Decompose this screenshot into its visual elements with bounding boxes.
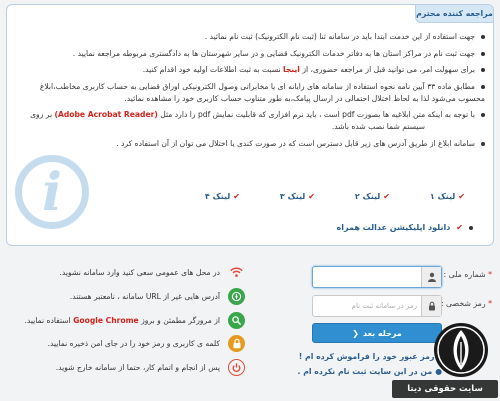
notice-item: با توجه به اینکه متن ابلاغیه ها بصورت pd… xyxy=(17,109,485,120)
notice-panel: مراجعه کننده محترم جهت استفاده از این خد… xyxy=(6,4,494,246)
national-id-input[interactable] xyxy=(313,267,421,287)
not-registered-link[interactable]: ● من در این سایت ثبت نام نکرده ام . xyxy=(298,367,442,376)
check-icon: ✔ xyxy=(458,192,465,201)
lock-icon xyxy=(421,296,441,316)
brand-text: سایت حقوقی دیتا xyxy=(392,380,498,398)
password-input[interactable] xyxy=(313,296,421,316)
notice-item: مطابق ماده ۳۳ آیین نامه نحوه استفاده از … xyxy=(17,81,485,92)
check-icon: ✔ xyxy=(308,192,315,201)
check-icon: ✔ xyxy=(233,192,240,201)
tip-valid-url: آدرس هایی غیر از URL سامانه ، نامعتبر هس… xyxy=(70,287,245,305)
notice-item: جهت ثبت نام در مراکز استان ها به دفاتر خ… xyxy=(17,48,485,59)
access-links: ✔ لینک ۱ ✔ لینک ۲ ✔ لینک ۳ ✔ لینک ۴ xyxy=(165,192,465,201)
notice-title: مراجعه کننده محترم xyxy=(415,5,493,23)
notice-item-continued: محسوب می‌شود لذا به لحاظ اختلال احتمالی … xyxy=(124,93,485,103)
tip-public-places: در محل های عمومی سعی کنید وارد سامانه نش… xyxy=(59,263,245,281)
wifi-icon xyxy=(228,264,245,281)
tip-logout: پس از انجام و اتمام کار، حتما از سامانه … xyxy=(56,358,245,376)
notice-item: سامانه ابلاغ از طریق آدرس های زیر قابل د… xyxy=(17,138,485,149)
check-icon: ✔ xyxy=(383,192,390,201)
app-download-link[interactable]: ✔ دانلود اپلیکیشن عدالت همراه xyxy=(337,223,473,232)
lock-icon xyxy=(228,334,245,352)
bullet-icon xyxy=(469,225,473,230)
national-id-label: * شماره ملی : xyxy=(443,270,493,279)
check-icon: ✔ xyxy=(456,223,463,232)
register-here-link[interactable]: اینجا xyxy=(283,65,300,74)
search-icon xyxy=(228,311,245,329)
national-id-field xyxy=(312,266,442,288)
adobe-reader-link[interactable]: (Adobe Acrobat Reader) xyxy=(54,110,157,119)
notice-item: جهت استفاده از این خدمت ابتدا باید در سا… xyxy=(17,31,485,42)
user-icon xyxy=(421,267,441,287)
tip-browser: از مرورگر مطمئن و بروز Google Chrome است… xyxy=(24,311,245,329)
arrow-left-icon: ❮ xyxy=(352,328,359,338)
compass-icon xyxy=(228,287,245,305)
link-4[interactable]: ✔ لینک ۴ xyxy=(165,192,240,201)
link-3[interactable]: ✔ لینک ۳ xyxy=(240,192,315,201)
power-icon xyxy=(228,358,245,376)
password-field xyxy=(312,295,442,317)
notice-item-continued: سیستم شما نصب شده باشد. xyxy=(331,122,425,131)
notice-item: برای سهولت امر، می توانید قبل از مراجعه … xyxy=(17,64,485,75)
link-1[interactable]: ✔ لینک ۱ xyxy=(390,192,465,201)
link-2[interactable]: ✔ لینک ۲ xyxy=(315,192,390,201)
next-step-button[interactable]: مرحله بعد ❮ xyxy=(312,323,442,343)
brand-logo xyxy=(434,323,488,377)
password-label: * رمز شخصی : xyxy=(440,299,492,308)
tip-save-credentials: کلمه ی کاربری و رمز خود را در جای امن ذخ… xyxy=(48,334,245,352)
notice-list: جهت استفاده از این خدمت ابتدا باید در سا… xyxy=(17,31,485,154)
forgot-password-link[interactable]: ? رمز عبور خود را فراموش کرده ام ! xyxy=(299,352,442,361)
chrome-link[interactable]: Google Chrome xyxy=(73,316,139,325)
info-icon: i xyxy=(15,155,89,229)
